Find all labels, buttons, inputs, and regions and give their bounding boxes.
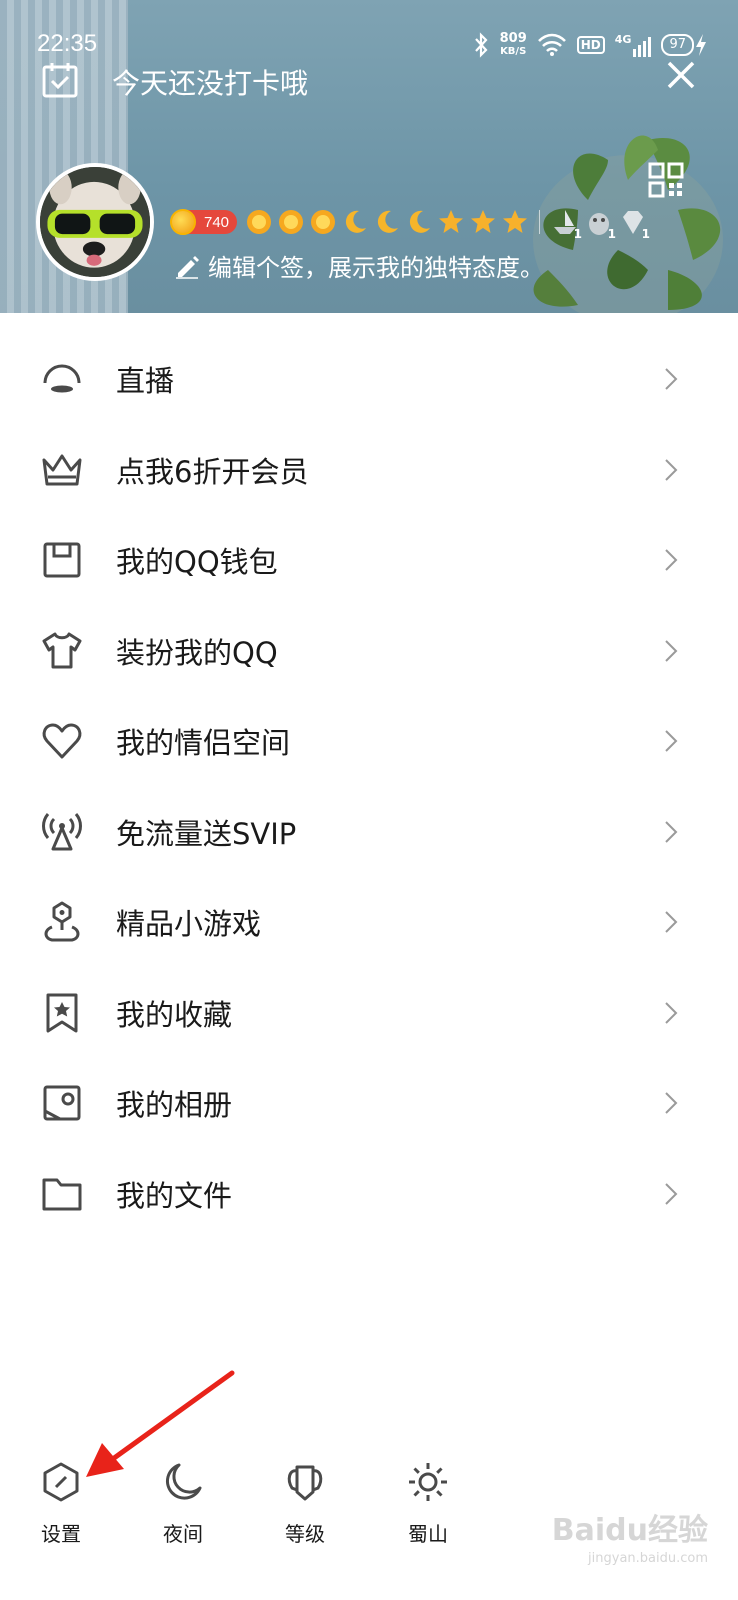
hd-badge: HD — [576, 36, 605, 54]
drawer-menu: 直播 点我6折开会员 我的QQ钱包 装扮我的QQ 我的情侣空间 免流量送SVIP… — [0, 334, 738, 1239]
profile-header: 22:35 809 KB/S HD 4G 97 今天还没打卡哦 740 1 1 … — [0, 0, 738, 313]
menu-label: 装扮我的QQ — [116, 635, 278, 670]
menu-label: 我的文件 — [116, 1178, 233, 1213]
menu-item-mini-games[interactable]: 精品小游戏 — [0, 877, 738, 968]
game-pin-icon — [44, 901, 80, 942]
level-label: 等级 — [285, 1522, 325, 1546]
sun-badge-icon — [279, 210, 304, 234]
pencil-icon — [176, 255, 199, 279]
star-badge-icon — [439, 210, 464, 233]
wallet-icon — [43, 542, 81, 578]
level-button[interactable]: 等级 — [265, 1460, 345, 1547]
menu-label: 直播 — [116, 364, 175, 399]
menu-item-free-data[interactable]: 免流量送SVIP — [0, 787, 738, 878]
chevron-right-icon — [665, 911, 678, 933]
charging-icon — [696, 34, 706, 56]
chevron-right-icon — [665, 1002, 678, 1024]
penguin-badge-count: 1 — [607, 227, 617, 241]
badge-divider — [539, 210, 541, 234]
battery-level: 97 — [661, 34, 694, 56]
annotation-arrow-icon — [86, 1370, 235, 1477]
menu-label: 我的收藏 — [116, 997, 233, 1032]
moon-badge-icon — [377, 210, 399, 233]
folder-icon — [42, 1178, 82, 1211]
chevron-right-icon — [665, 459, 678, 481]
coin-icon — [170, 209, 196, 235]
chevron-right-icon — [665, 1183, 678, 1205]
moon-badge-icon — [409, 210, 431, 233]
sun-icon — [409, 1463, 447, 1501]
level-value: 740 — [204, 213, 230, 231]
chevron-right-icon — [665, 1092, 678, 1114]
menu-label: 我的QQ钱包 — [116, 545, 278, 580]
chevron-right-icon — [665, 640, 678, 662]
settings-label: 设置 — [41, 1522, 81, 1546]
settings-hexagon-icon — [43, 1462, 79, 1502]
signature-text: 编辑个签，展示我的独特态度。 — [208, 254, 544, 282]
status-bar: 22:35 809 KB/S HD 4G 97 — [0, 0, 738, 90]
avatar-dog-image — [40, 167, 150, 277]
watermark: Baidu经验 jingyan.baidu.com — [552, 1505, 708, 1566]
chevron-right-icon — [665, 821, 678, 843]
shushan-button[interactable]: 蜀山 — [388, 1460, 468, 1547]
menu-label: 我的情侣空间 — [116, 726, 291, 761]
diamond-badge: 1 — [618, 207, 650, 241]
bookmark-star-icon — [46, 993, 78, 1033]
diamond-badge-count: 1 — [641, 227, 651, 241]
calendar-check-icon[interactable] — [40, 60, 80, 100]
penguin-badge: 1 — [584, 207, 616, 241]
tshirt-icon — [42, 632, 82, 669]
menu-item-couple-space[interactable]: 我的情侣空间 — [0, 696, 738, 787]
moon-badge-icon — [345, 210, 367, 233]
chevron-right-icon — [665, 730, 678, 752]
watermark-url: jingyan.baidu.com — [588, 1551, 708, 1566]
crown-icon — [42, 454, 82, 486]
menu-label: 免流量送SVIP — [116, 816, 297, 851]
net-speed-value: 809 — [499, 31, 527, 46]
chevron-right-icon — [665, 368, 678, 390]
star-badge-icon — [503, 210, 528, 233]
net-speed: 809 KB/S — [500, 32, 527, 58]
menu-item-files[interactable]: 我的文件 — [0, 1149, 738, 1240]
menu-label: 点我6折开会员 — [116, 454, 309, 489]
level-pill: 740 — [170, 209, 238, 235]
menu-item-favorites[interactable]: 我的收藏 — [0, 968, 738, 1059]
wifi-icon — [537, 33, 566, 56]
boat-badge-count: 1 — [573, 227, 583, 241]
menu-item-album[interactable]: 我的相册 — [0, 1058, 738, 1149]
watermark-brand: Baidu经验 — [551, 1513, 708, 1548]
sun-badge-icon — [311, 210, 336, 234]
menu-item-dress-up[interactable]: 装扮我的QQ — [0, 606, 738, 697]
status-time: 22:35 — [37, 30, 98, 57]
badge-row[interactable]: 740 1 1 1 — [170, 206, 650, 241]
checkin-reminder[interactable]: 今天还没打卡哦 — [112, 62, 308, 102]
battery-indicator: 97 — [661, 33, 708, 57]
menu-label: 我的相册 — [116, 1088, 233, 1123]
signature-edit[interactable]: 编辑个签，展示我的独特态度。 — [174, 248, 544, 283]
photo-icon — [43, 1085, 81, 1121]
cellular-signal: 4G — [615, 33, 652, 57]
network-type: 4G — [614, 33, 632, 46]
boat-badge: 1 — [550, 207, 582, 241]
bluetooth-icon — [474, 32, 488, 58]
sun-badge-icon — [247, 210, 272, 234]
avatar[interactable] — [36, 163, 154, 281]
close-icon[interactable] — [666, 60, 696, 90]
menu-item-vip[interactable]: 点我6折开会员 — [0, 425, 738, 516]
night-mode-label: 夜间 — [163, 1522, 203, 1546]
signal-tower-icon — [42, 812, 82, 851]
shield-wings-icon — [287, 1465, 323, 1501]
qr-code-icon[interactable] — [648, 162, 684, 198]
menu-item-live[interactable]: 直播 — [0, 334, 738, 425]
shushan-label: 蜀山 — [408, 1522, 448, 1546]
star-badge-icon — [471, 210, 496, 233]
chevron-right-icon — [665, 549, 678, 571]
status-icons: 809 KB/S HD 4G 97 — [472, 30, 708, 60]
live-icon — [43, 364, 81, 393]
net-speed-unit: KB/S — [500, 46, 527, 57]
menu-item-wallet[interactable]: 我的QQ钱包 — [0, 515, 738, 606]
menu-label: 精品小游戏 — [116, 907, 262, 942]
heart-icon — [42, 723, 82, 759]
